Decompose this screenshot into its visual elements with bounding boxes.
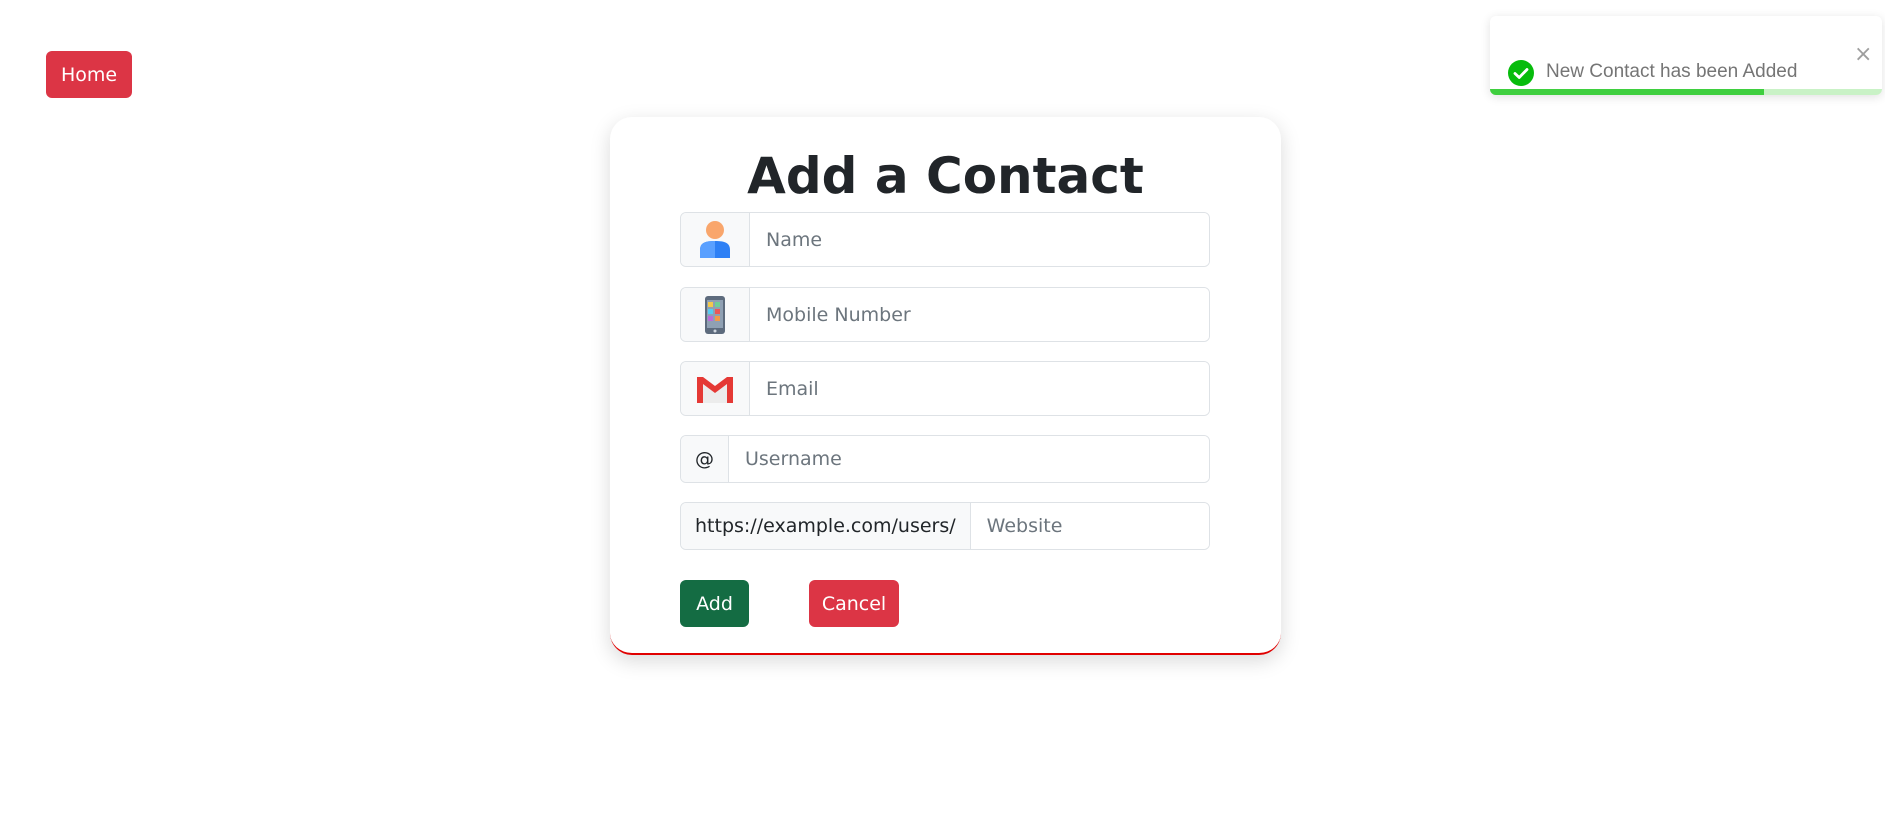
website-input-group: https://example.com/users/	[680, 502, 1210, 550]
email-input-group	[680, 361, 1210, 416]
username-prefix-text: @	[695, 448, 714, 470]
email-input[interactable]	[750, 362, 1209, 415]
mobile-input-group	[680, 287, 1210, 342]
website-prefix-text: https://example.com/users/	[695, 515, 956, 537]
person-icon	[681, 213, 750, 266]
name-input-group	[680, 212, 1210, 267]
username-input[interactable]	[729, 436, 1209, 482]
website-url-prefix: https://example.com/users/	[681, 503, 971, 549]
check-circle-icon	[1508, 60, 1534, 86]
cancel-button[interactable]: Cancel	[809, 580, 899, 627]
toast-progress-track	[1490, 89, 1882, 95]
mobile-number-input[interactable]	[750, 288, 1209, 341]
close-icon[interactable]: ×	[1854, 44, 1872, 66]
toast-notification: New Contact has been Added ×	[1490, 16, 1882, 95]
website-input[interactable]	[970, 503, 1209, 549]
at-sign-prefix: @	[681, 436, 729, 482]
toast-progress-bar	[1490, 89, 1765, 95]
home-button[interactable]: Home	[46, 51, 132, 98]
smartphone-icon	[681, 288, 750, 341]
gmail-icon	[681, 362, 750, 415]
username-input-group: @	[680, 435, 1210, 483]
add-contact-card: Add a Contact Name Mobile Number Email @…	[610, 117, 1281, 655]
page-title: Add a Contact	[747, 147, 1144, 205]
add-button[interactable]: Add	[680, 580, 749, 627]
toast-message: New Contact has been Added	[1546, 61, 1798, 82]
name-input[interactable]	[750, 213, 1209, 266]
